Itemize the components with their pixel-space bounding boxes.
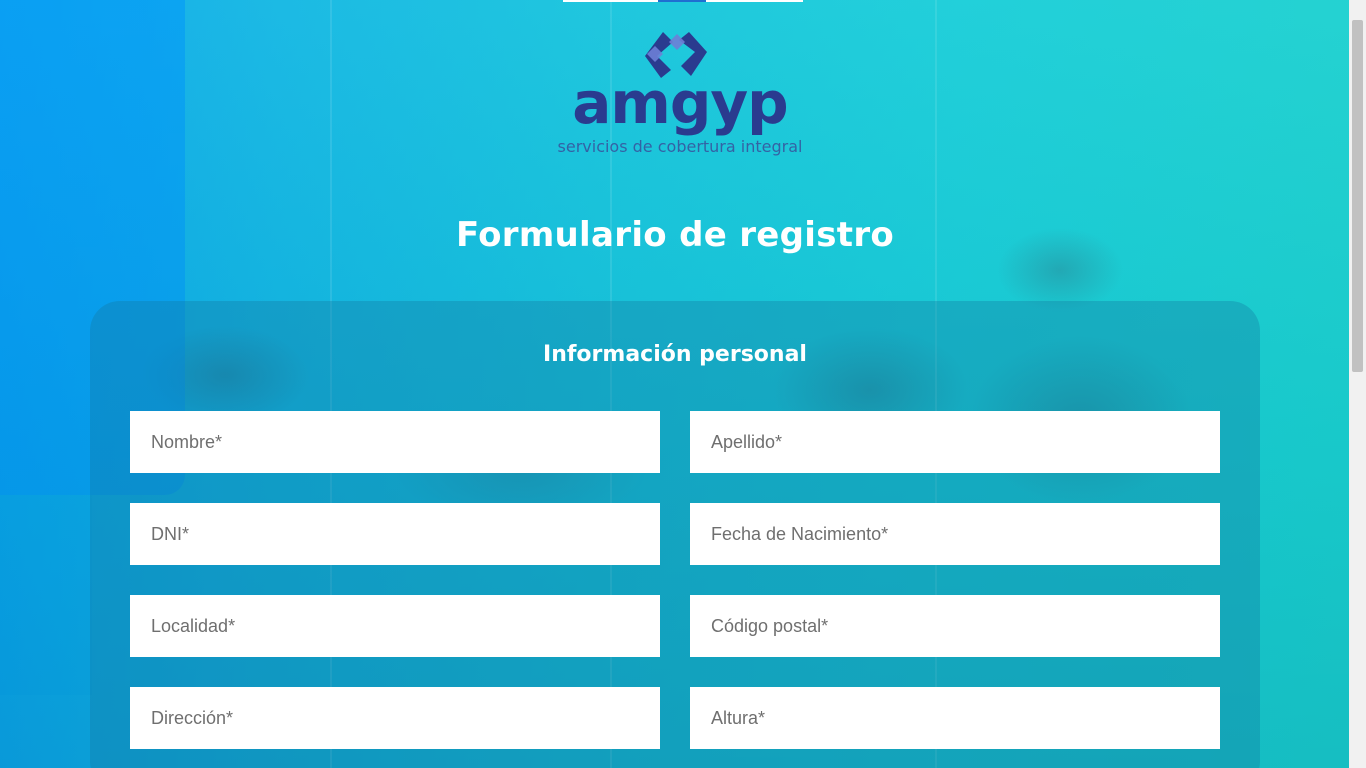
decorative-panel-lower [0, 495, 92, 695]
page: amgyp servicios de cobertura integral Fo… [0, 0, 1366, 768]
fecha-nacimiento-input[interactable] [690, 503, 1220, 565]
scrollbar-thumb[interactable] [1352, 20, 1363, 372]
top-indicator [563, 0, 803, 2]
section-title: Información personal [543, 342, 807, 367]
page-title: Formulario de registro [455, 215, 895, 255]
codigo-postal-input[interactable] [690, 595, 1220, 657]
amgyp-logo[interactable]: amgyp servicios de cobertura integral [530, 26, 830, 166]
nombre-input[interactable] [130, 411, 660, 473]
localidad-input[interactable] [130, 595, 660, 657]
dni-input[interactable] [130, 503, 660, 565]
logo-tagline: servicios de cobertura integral [557, 137, 803, 156]
direccion-input[interactable] [130, 687, 660, 749]
apellido-input[interactable] [690, 411, 1220, 473]
altura-input[interactable] [690, 687, 1220, 749]
logo-wordmark: amgyp [572, 69, 788, 137]
page-scrollbar[interactable] [1349, 0, 1366, 768]
